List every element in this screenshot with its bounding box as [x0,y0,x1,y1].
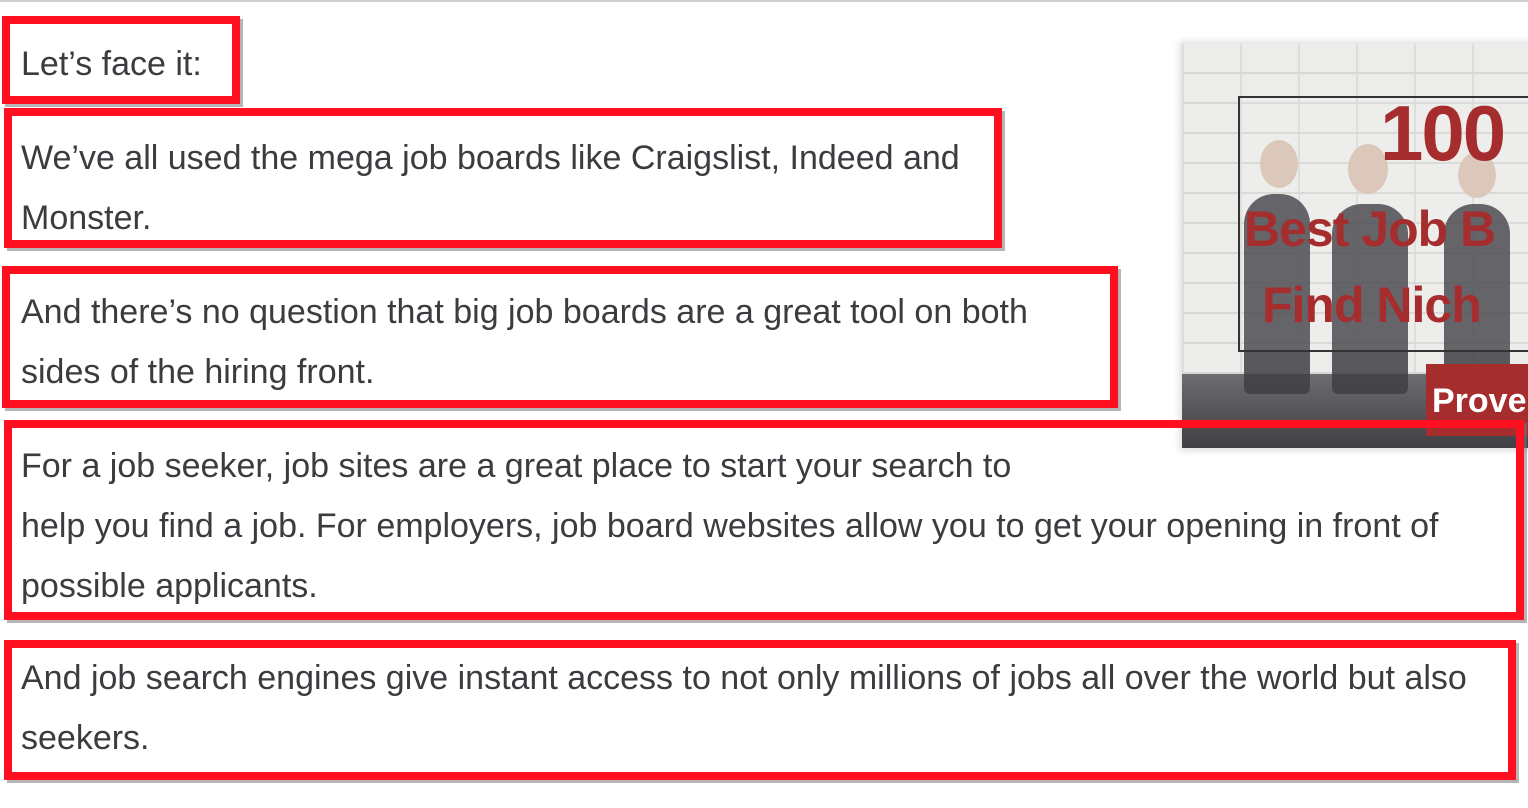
highlight-box-3 [2,266,1118,408]
highlight-box-5 [4,640,1516,780]
promo-title-line-1: Best Job B [1244,201,1496,257]
promo-number: 100 [1380,89,1506,177]
top-divider [0,0,1528,2]
highlight-box-2 [4,108,1002,248]
highlight-box-1 [2,16,240,104]
promo-title-line-2: Find Nich [1262,277,1482,333]
promo-banner[interactable]: 100 Best Job B Find Nich Prove [1182,44,1528,448]
highlight-box-4 [4,420,1524,620]
